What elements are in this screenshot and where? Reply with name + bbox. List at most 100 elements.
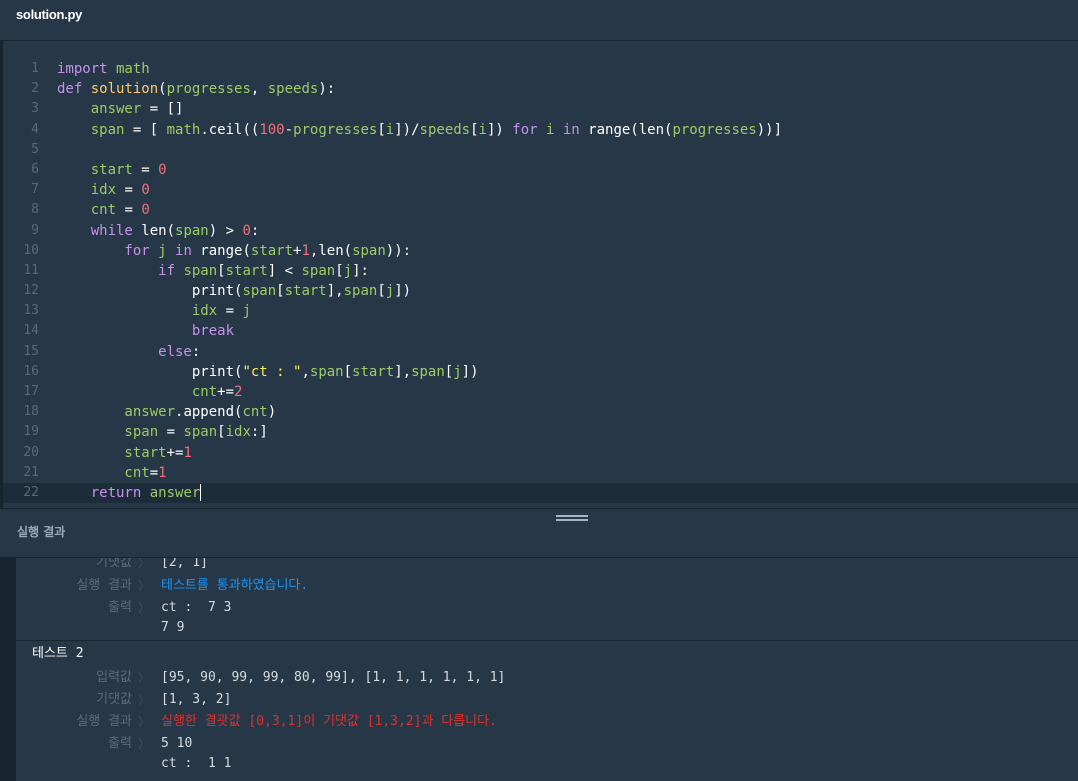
code-text[interactable]: answer.append(cnt) [57, 402, 276, 422]
code-token: ,len( [309, 242, 353, 259]
code-token: start [352, 363, 395, 380]
code-token: cnt [57, 202, 117, 219]
code-line[interactable]: 16 print("ct : ",span[start],span[j]) [3, 362, 1078, 382]
code-token: print( [57, 363, 243, 380]
drag-handle-icon[interactable] [556, 515, 588, 523]
code-token: ]) [461, 363, 479, 380]
code-token: span [411, 363, 445, 380]
code-token: span [309, 363, 344, 380]
code-line[interactable]: 14 break [3, 321, 1078, 341]
code-text[interactable]: start = 0 [57, 160, 167, 180]
code-line[interactable]: 3 answer = [] [3, 99, 1078, 119]
code-token: def [57, 81, 83, 98]
code-line[interactable]: 18 answer.append(cnt) [3, 402, 1078, 422]
code-text[interactable]: def solution(progresses, speeds): [57, 79, 335, 99]
code-text[interactable]: for j in range(start+1,len(span)): [57, 241, 411, 261]
code-token: = [116, 182, 142, 199]
code-token: ): [318, 81, 336, 98]
code-token: while [57, 222, 133, 239]
test1-output-row-2: 7 9 [16, 618, 616, 638]
code-line[interactable]: 21 cnt=1 [3, 463, 1078, 483]
line-number: 16 [23, 363, 39, 379]
code-text[interactable]: idx = j [57, 301, 251, 321]
code-text[interactable]: else: [57, 342, 200, 362]
code-token: span [175, 222, 209, 239]
code-text[interactable]: print(span[start],span[j]) [57, 281, 411, 301]
results-panel-title: 실행 결과 [17, 525, 66, 539]
code-line[interactable]: 8 cnt = 0 [3, 200, 1078, 220]
code-token: = [116, 202, 142, 219]
test1-expected-row: 기댓값 〉 [2, 1] [16, 558, 616, 573]
code-token: break [57, 323, 235, 340]
line-number: 4 [31, 121, 39, 137]
code-line[interactable]: 9 while len(span) > 0: [3, 221, 1078, 241]
code-text[interactable]: cnt=1 [57, 463, 166, 483]
input-value: [95, 90, 99, 99, 80, 99], [1, 1, 1, 1, 1… [161, 670, 506, 685]
code-text[interactable]: span = span[idx:] [57, 422, 267, 442]
code-token: += [166, 444, 184, 461]
line-number: 21 [23, 464, 39, 480]
code-line[interactable]: 13 idx = j [3, 301, 1078, 321]
panel-splitter[interactable]: 실행 결과 [0, 508, 1078, 558]
code-token: span [242, 283, 277, 300]
code-token: idx [225, 424, 251, 441]
code-token: math [107, 61, 150, 77]
code-text[interactable]: idx = 0 [57, 180, 150, 200]
expected-label: 기댓값 [96, 692, 132, 707]
code-token: answer [57, 404, 176, 421]
code-line[interactable]: 1 import math [3, 59, 1078, 79]
line-number: 8 [31, 202, 39, 218]
code-token: span [301, 262, 336, 279]
code-text[interactable]: break [57, 321, 234, 341]
code-text[interactable]: if span[start] < span[j]: [57, 261, 369, 281]
code-token: , [250, 81, 268, 98]
code-line[interactable]: 20 start+=1 [3, 443, 1078, 463]
code-token: += [217, 384, 235, 400]
code-line[interactable]: 15 else: [3, 342, 1078, 362]
code-text[interactable]: return answer [57, 483, 202, 503]
code-token: cnt [57, 464, 150, 481]
code-line[interactable]: 7 idx = 0 [3, 180, 1078, 200]
code-text[interactable]: import math [57, 59, 150, 79]
code-line[interactable]: 5 [3, 140, 1078, 160]
code-editor[interactable]: 1 import math 2 def solution(progresses, sp… [0, 41, 1078, 508]
code-text[interactable]: span = [ math.ceil((100-progresses[i])/s… [57, 120, 782, 140]
output-line: 5 10 [161, 736, 193, 751]
code-token: in [562, 121, 580, 138]
expected-value: [2, 1] [161, 558, 208, 570]
chevron-right-icon: 〉 [138, 601, 151, 615]
code-line[interactable]: 10 for j in range(start+1,len(span)): [3, 241, 1078, 261]
code-token: ] < [267, 262, 302, 279]
code-token: .append( [175, 404, 243, 421]
file-tab-solution[interactable]: solution.py [16, 7, 82, 22]
code-token: ) [267, 404, 277, 421]
code-text[interactable]: while len(span) > 0: [57, 221, 260, 241]
code-text[interactable]: cnt+=2 [57, 382, 243, 402]
code-line[interactable]: 6 start = 0 [3, 160, 1078, 180]
line-number: 6 [31, 161, 39, 177]
code-token: : [191, 343, 201, 360]
code-text[interactable]: cnt = 0 [57, 200, 150, 220]
code-token: "ct : " [242, 363, 302, 380]
test2-output-row-2: ct : 1 1 [16, 754, 1016, 774]
code-line[interactable]: 22 return answer [3, 482, 1078, 504]
code-token: [ [444, 363, 454, 380]
code-line[interactable]: 12 print(span[start],span[j]) [3, 281, 1078, 301]
code-token: start [250, 242, 294, 259]
code-token: 0 [242, 222, 251, 239]
code-token: [ [377, 283, 386, 300]
code-text[interactable]: print("ct : ",span[start],span[j]) [57, 362, 479, 382]
code-text[interactable]: answer = [] [57, 99, 184, 119]
code-area[interactable]: 1 import math 2 def solution(progresses, sp… [3, 59, 1078, 504]
code-token: ])/ [394, 121, 420, 138]
code-line[interactable]: 19 span = span[idx:] [3, 422, 1078, 442]
code-token: idx [57, 182, 117, 199]
code-line[interactable]: 17 cnt+=2 [3, 382, 1078, 402]
code-line[interactable]: 11 if span[start] < span[j]: [3, 261, 1078, 281]
code-text[interactable]: start+=1 [57, 443, 191, 463]
code-line[interactable]: 4 span = [ math.ceil((100-progresses[i])… [3, 120, 1078, 140]
code-token: i [478, 121, 487, 138]
code-token: ( [158, 81, 167, 98]
test1-result-row: 실행 결과 〉 테스트를 통과하였습니다. [16, 576, 616, 596]
code-line[interactable]: 2 def solution(progresses, speeds): [3, 79, 1078, 99]
